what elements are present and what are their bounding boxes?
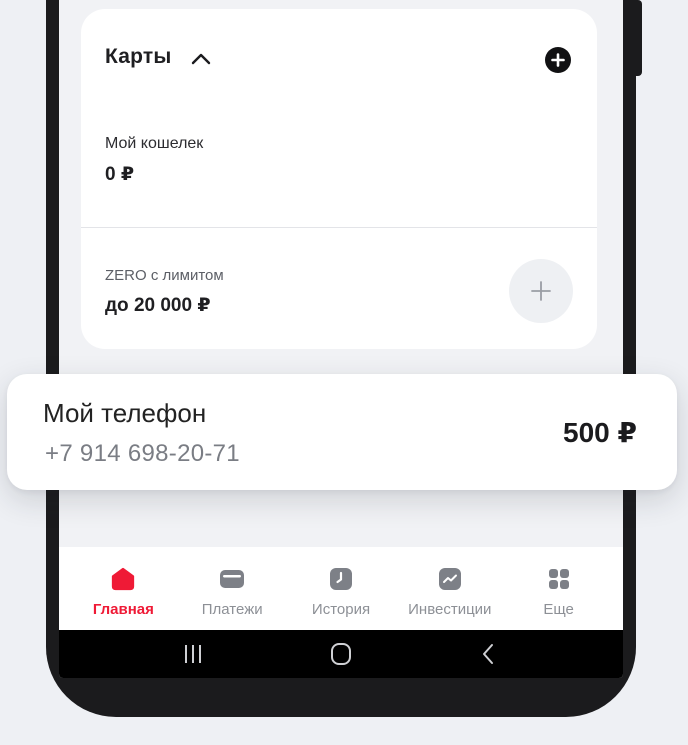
tab-label: Инвестиции bbox=[408, 601, 492, 618]
tab-home[interactable]: Главная bbox=[69, 547, 178, 630]
add-zero-card-button[interactable] bbox=[509, 259, 573, 323]
recent-apps-icon[interactable] bbox=[181, 643, 205, 665]
wallet-icon bbox=[219, 566, 245, 592]
tab-label: Еще bbox=[543, 601, 574, 618]
tab-label: Главная bbox=[92, 601, 154, 618]
phone-side-button bbox=[636, 0, 642, 76]
home-icon bbox=[110, 566, 136, 592]
wallet-amount: 0 ₽ bbox=[105, 164, 135, 185]
divider bbox=[81, 227, 597, 228]
tab-label: Платежи bbox=[201, 601, 263, 618]
chevron-up-icon[interactable] bbox=[190, 48, 212, 70]
tab-label: История bbox=[311, 601, 371, 618]
tab-investments[interactable]: Инвестиции bbox=[395, 547, 504, 630]
cards-title: Карты bbox=[105, 45, 172, 68]
back-icon[interactable] bbox=[477, 642, 501, 666]
phone-card-title: Мой телефон bbox=[43, 398, 207, 428]
clock-icon bbox=[328, 566, 354, 592]
my-phone-card[interactable]: Мой телефон +7 914 698-20-71 500 ₽ bbox=[7, 374, 677, 490]
zero-card-amount: до 20 000 ₽ bbox=[105, 295, 211, 316]
wallet-label: Мой кошелек bbox=[105, 135, 204, 152]
plus-icon bbox=[551, 53, 565, 67]
bottom-tab-bar: Главная Платежи История Инвестиции Еще bbox=[59, 547, 623, 630]
phone-frame: Карты Мой кошелек 0 ₽ ZERO с лимитом до … bbox=[46, 0, 642, 717]
phone-screen: Карты Мой кошелек 0 ₽ ZERO с лимитом до … bbox=[59, 0, 623, 678]
phone-balance: 500 ₽ bbox=[563, 417, 637, 448]
system-nav-bar bbox=[59, 630, 623, 678]
zero-card-label: ZERO с лимитом bbox=[105, 267, 224, 284]
cards-header[interactable]: Карты bbox=[105, 45, 212, 69]
add-card-button[interactable] bbox=[545, 47, 571, 73]
zero-card-item[interactable]: ZERO с лимитом до 20 000 ₽ bbox=[105, 267, 224, 317]
tab-history[interactable]: История bbox=[287, 547, 396, 630]
cards-section: Карты Мой кошелек 0 ₽ ZERO с лимитом до … bbox=[81, 9, 597, 349]
phone-number: +7 914 698-20-71 bbox=[45, 440, 240, 467]
wallet-item[interactable]: Мой кошелек 0 ₽ bbox=[105, 135, 203, 186]
tab-payments[interactable]: Платежи bbox=[178, 547, 287, 630]
plus-icon bbox=[531, 281, 551, 301]
grid-icon bbox=[546, 566, 572, 592]
home-nav-icon[interactable] bbox=[329, 642, 353, 666]
tab-more[interactable]: Еще bbox=[504, 547, 613, 630]
chart-icon bbox=[437, 566, 463, 592]
